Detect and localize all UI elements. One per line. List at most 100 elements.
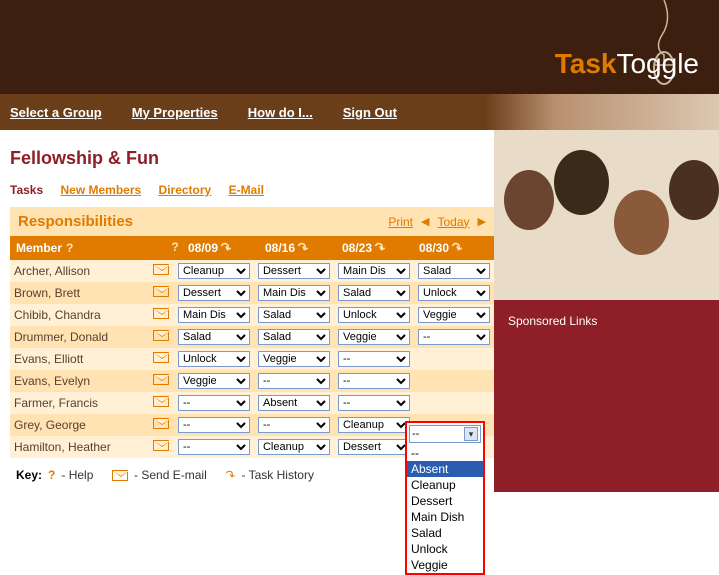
task-select[interactable]: --AbsentCleanupDessertMain DisSaladUnloc…	[178, 373, 250, 389]
task-select[interactable]: --AbsentCleanupDessertMain DisSaladUnloc…	[258, 263, 330, 279]
sponsored-links-heading: Sponsored Links	[494, 300, 719, 342]
task-select[interactable]: --AbsentCleanupDessertMain DisSaladUnloc…	[338, 373, 410, 389]
member-name: Grey, George	[10, 414, 148, 436]
task-select[interactable]: --AbsentCleanupDessertMain DisSaladUnloc…	[178, 307, 250, 323]
task-select-open[interactable]: -- ▾ --AbsentCleanupDessertMain DishSala…	[405, 421, 485, 575]
send-email-button[interactable]	[148, 326, 174, 348]
help-icon: ?	[48, 468, 55, 482]
today-link[interactable]: Today	[438, 215, 470, 229]
select-option[interactable]: --	[407, 445, 483, 461]
chevron-down-icon[interactable]: ▾	[464, 427, 478, 441]
select-option[interactable]: Absent	[407, 461, 483, 477]
task-cell: --AbsentCleanupDessertMain DisSaladUnloc…	[174, 436, 254, 458]
task-select[interactable]: --AbsentCleanupDessertMain DisSaladUnloc…	[258, 285, 330, 301]
subnav-email[interactable]: E-Mail	[229, 183, 264, 197]
task-select[interactable]: --AbsentCleanupDessertMain DisSaladUnloc…	[418, 329, 490, 345]
subnav-new-members[interactable]: New Members	[60, 183, 141, 197]
task-select[interactable]: --AbsentCleanupDessertMain DisSaladUnloc…	[338, 351, 410, 367]
task-select[interactable]: --AbsentCleanupDessertMain DisSaladUnloc…	[418, 263, 490, 279]
column-header-row: Member ? ? 08/09 ↶ 08/16 ↶ 08/23 ↶ 08/30…	[10, 236, 494, 260]
task-cell: --AbsentCleanupDessertMain DisSaladUnloc…	[254, 304, 334, 326]
table-row: Brown, Brett--AbsentCleanupDessertMain D…	[10, 282, 494, 304]
task-select[interactable]: --AbsentCleanupDessertMain DisSaladUnloc…	[258, 439, 330, 455]
mail-icon	[153, 374, 169, 385]
history-icon[interactable]: ↶	[295, 239, 311, 258]
task-select[interactable]: --AbsentCleanupDessertMain DisSaladUnloc…	[178, 351, 250, 367]
task-select[interactable]: --AbsentCleanupDessertMain DisSaladUnloc…	[338, 439, 410, 455]
member-name: Drummer, Donald	[10, 326, 148, 348]
nav-select-group[interactable]: Select a Group	[10, 105, 102, 120]
task-select[interactable]: --AbsentCleanupDessertMain DisSaladUnloc…	[258, 329, 330, 345]
select-display[interactable]: -- ▾	[409, 425, 481, 443]
task-select[interactable]: --AbsentCleanupDessertMain DisSaladUnloc…	[338, 329, 410, 345]
select-option[interactable]: Veggie	[407, 557, 483, 573]
mail-icon	[153, 418, 169, 429]
select-option[interactable]: Unlock	[407, 541, 483, 557]
send-email-button[interactable]	[148, 282, 174, 304]
task-select[interactable]: --AbsentCleanupDessertMain DisSaladUnloc…	[418, 285, 490, 301]
member-name: Evans, Evelyn	[10, 370, 148, 392]
subnav-tasks[interactable]: Tasks	[10, 183, 43, 197]
send-email-button[interactable]	[148, 348, 174, 370]
send-email-button[interactable]	[148, 392, 174, 414]
select-option[interactable]: Salad	[407, 525, 483, 541]
select-option[interactable]: Dessert	[407, 493, 483, 509]
send-email-button[interactable]	[148, 260, 174, 282]
task-cell: --AbsentCleanupDessertMain DisSaladUnloc…	[414, 304, 494, 326]
task-select[interactable]: --AbsentCleanupDessertMain DisSaladUnloc…	[338, 395, 410, 411]
task-select[interactable]: --AbsentCleanupDessertMain DisSaladUnloc…	[178, 285, 250, 301]
task-select[interactable]: --AbsentCleanupDessertMain DisSaladUnloc…	[258, 307, 330, 323]
task-select[interactable]: --AbsentCleanupDessertMain DisSaladUnloc…	[178, 329, 250, 345]
task-select[interactable]: --AbsentCleanupDessertMain DisSaladUnloc…	[258, 417, 330, 433]
history-icon[interactable]: ↶	[449, 239, 465, 258]
task-cell: --AbsentCleanupDessertMain DisSaladUnloc…	[334, 370, 414, 392]
table-row: Chibib, Chandra--AbsentCleanupDessertMai…	[10, 304, 494, 326]
table-row: Farmer, Francis--AbsentCleanupDessertMai…	[10, 392, 494, 414]
prev-arrow-icon[interactable]: ◀	[421, 215, 429, 228]
task-select[interactable]: --AbsentCleanupDessertMain DisSaladUnloc…	[338, 263, 410, 279]
subnav-directory[interactable]: Directory	[159, 183, 212, 197]
task-select[interactable]: --AbsentCleanupDessertMain DisSaladUnloc…	[338, 417, 410, 433]
select-option[interactable]: Main Dish	[407, 509, 483, 525]
mail-icon	[153, 396, 169, 407]
help-icon[interactable]: ?	[66, 241, 73, 255]
table-row: Archer, Allison --AbsentCleanupDessertMai…	[10, 260, 494, 282]
task-select[interactable]: --AbsentCleanupDessertMain DisSaladUnloc…	[338, 285, 410, 301]
task-select[interactable]: --AbsentCleanupDessertMain DisSaladUnloc…	[258, 351, 330, 367]
section-header: Responsibilities Print ◀ Today ▶	[10, 207, 494, 236]
task-select[interactable]: --AbsentCleanupDessertMain DisSaladUnloc…	[178, 395, 250, 411]
member-name: Archer, Allison	[10, 260, 148, 282]
task-select[interactable]: --AbsentCleanupDessertMain DisSaladUnloc…	[418, 307, 490, 323]
send-email-button[interactable]	[148, 304, 174, 326]
task-select[interactable]: --AbsentCleanupDessertMain DisSaladUnloc…	[178, 263, 250, 279]
task-select[interactable]: --AbsentCleanupDessertMain DisSaladUnloc…	[258, 373, 330, 389]
task-cell: --AbsentCleanupDessertMain DisSaladUnloc…	[334, 260, 414, 282]
task-cell: --AbsentCleanupDessertMain DisSaladUnloc…	[254, 326, 334, 348]
send-email-button[interactable]	[148, 414, 174, 436]
send-email-button[interactable]	[148, 370, 174, 392]
sidebar: Sponsored Links	[494, 130, 719, 492]
next-arrow-icon[interactable]: ▶	[478, 215, 486, 228]
task-cell: --AbsentCleanupDessertMain DisSaladUnloc…	[174, 348, 254, 370]
col-date-2: 08/23	[342, 241, 372, 255]
print-link[interactable]: Print	[388, 215, 413, 229]
logo-part2: Toggle	[616, 48, 699, 79]
task-cell: --AbsentCleanupDessertMain DisSaladUnloc…	[174, 392, 254, 414]
help-icon[interactable]: ?	[171, 240, 178, 254]
select-option[interactable]: Cleanup	[407, 477, 483, 493]
task-select[interactable]: --AbsentCleanupDessertMain DisSaladUnloc…	[178, 417, 250, 433]
key-label: Key:	[16, 468, 42, 482]
history-icon[interactable]: ↶	[218, 239, 234, 258]
nav-sign-out[interactable]: Sign Out	[343, 105, 397, 120]
key-help: - Help	[61, 468, 93, 482]
task-select[interactable]: --AbsentCleanupDessertMain DisSaladUnloc…	[178, 439, 250, 455]
nav-how-do-i[interactable]: How do I...	[248, 105, 313, 120]
send-email-button[interactable]	[148, 436, 174, 458]
task-cell: --AbsentCleanupDessertMain DisSaladUnloc…	[254, 392, 334, 414]
task-select[interactable]: --AbsentCleanupDessertMain DisSaladUnloc…	[338, 307, 410, 323]
history-icon[interactable]: ↶	[372, 239, 388, 258]
page-title: Fellowship & Fun	[10, 148, 494, 169]
nav-my-properties[interactable]: My Properties	[132, 105, 218, 120]
task-select[interactable]: --AbsentCleanupDessertMain DisSaladUnloc…	[258, 395, 330, 411]
member-name: Evans, Elliott	[10, 348, 148, 370]
